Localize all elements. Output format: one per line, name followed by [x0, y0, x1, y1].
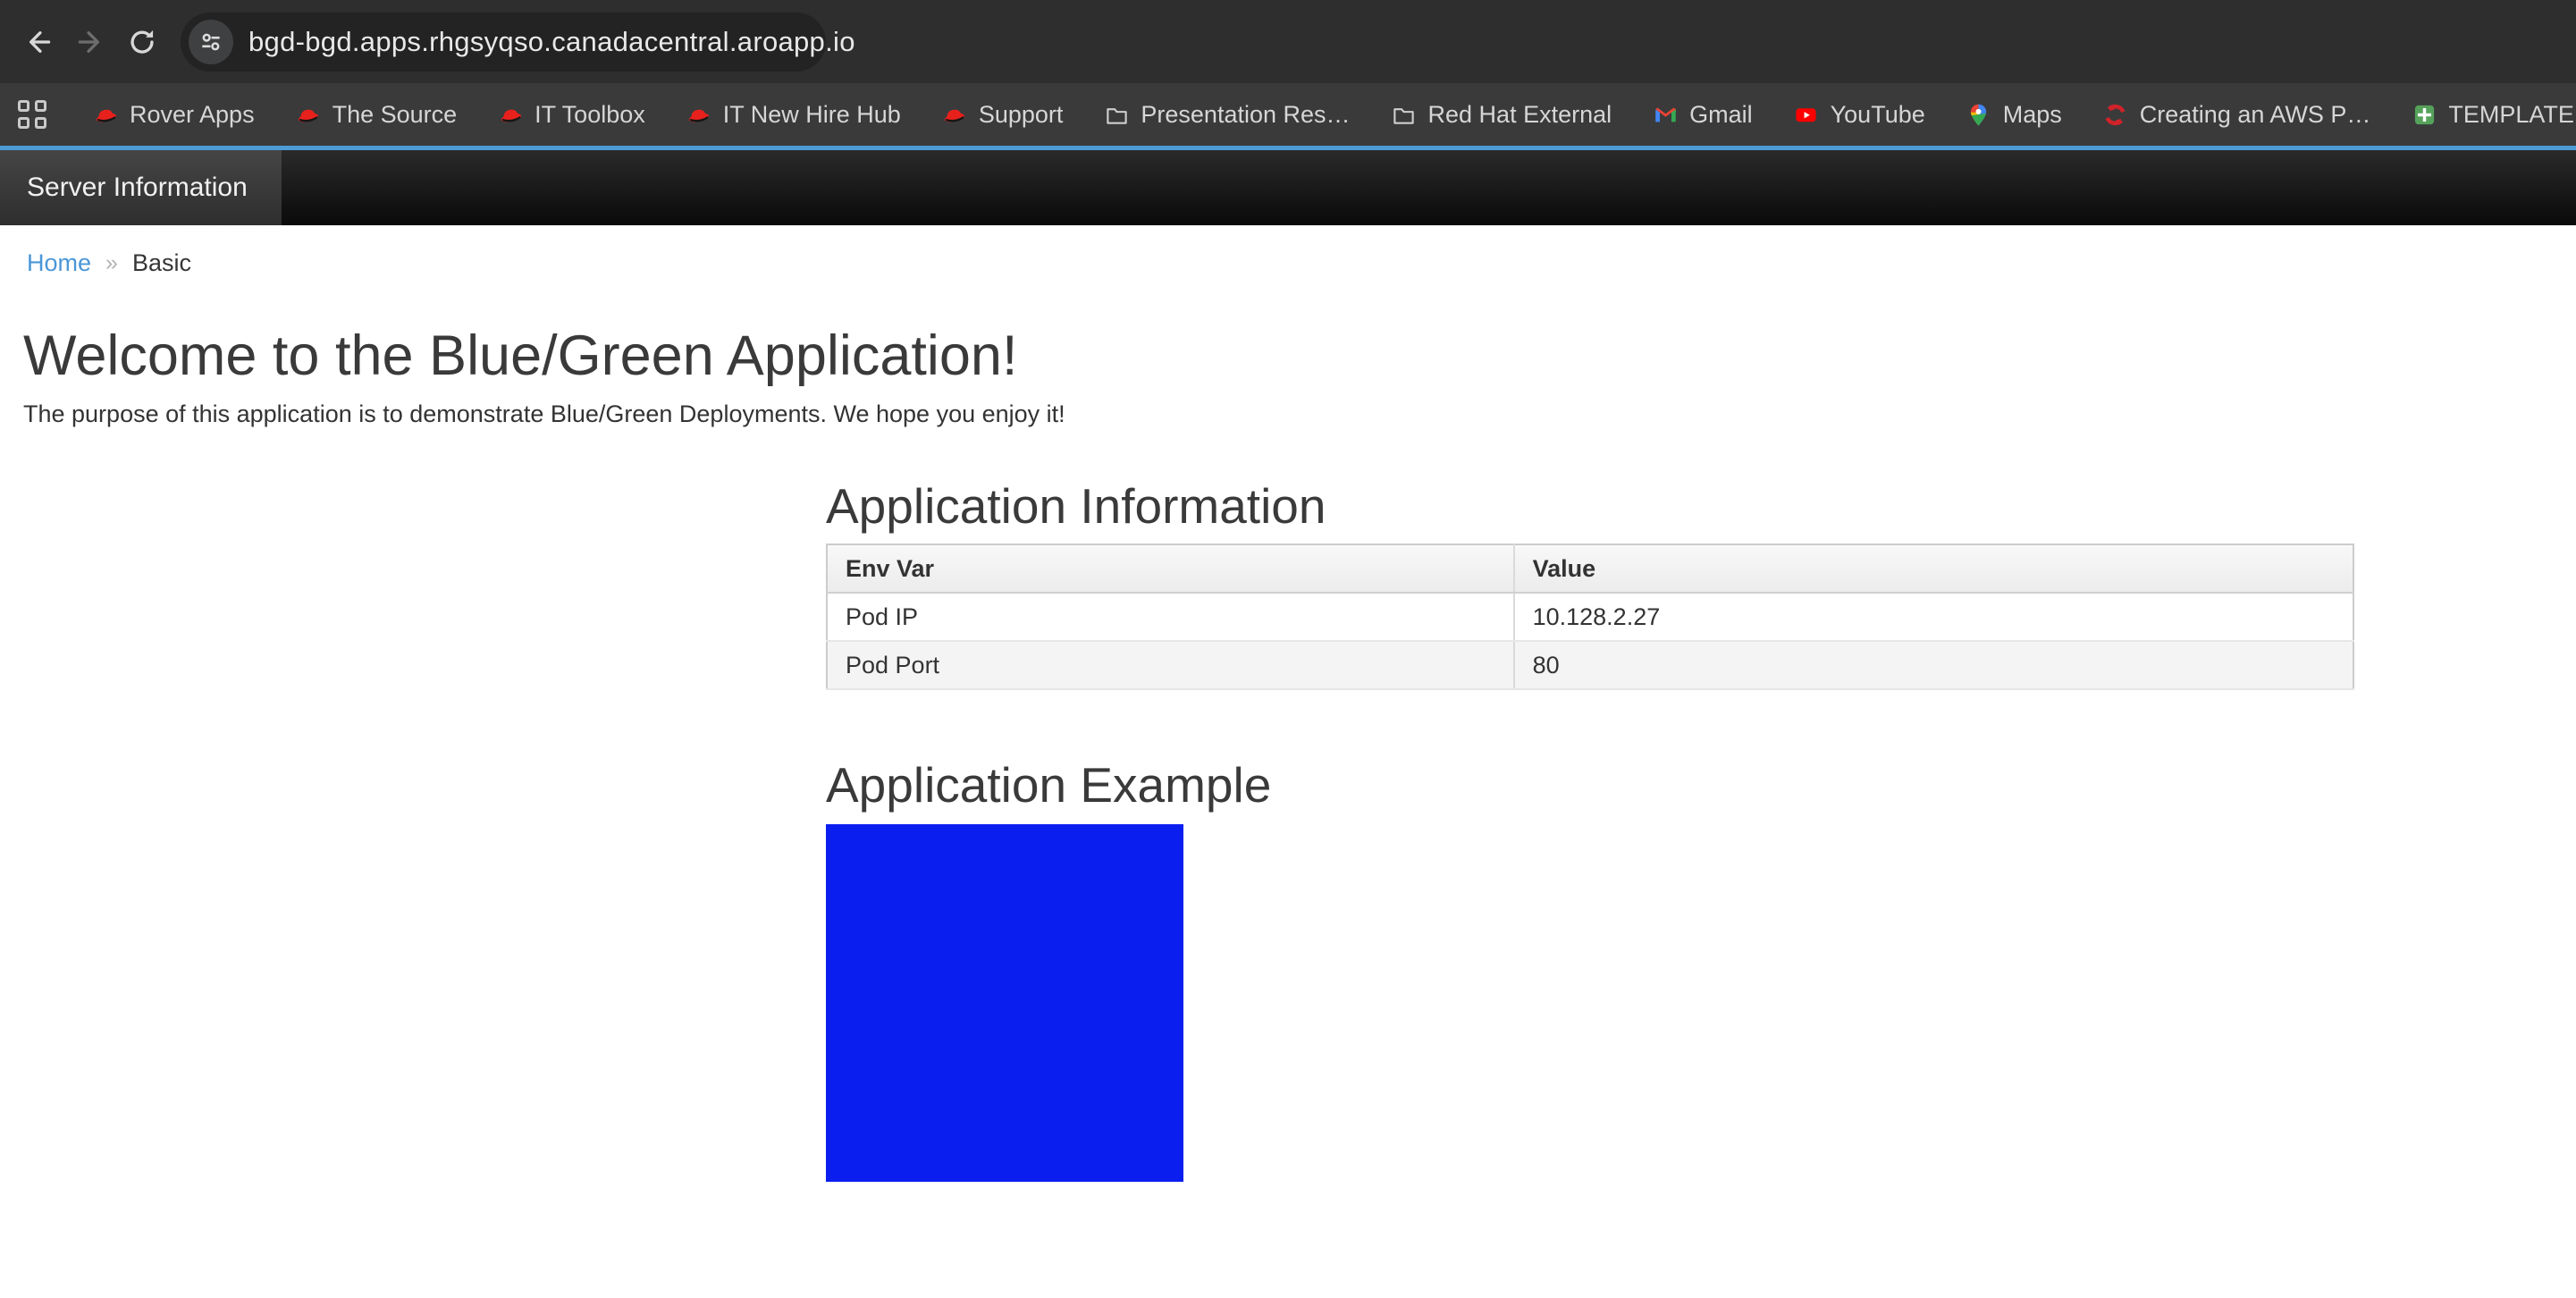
page-title: Welcome to the Blue/Green Application! — [23, 324, 2576, 388]
bookmark-red-hat-external[interactable]: Red Hat External — [1392, 101, 1612, 129]
site-info-button[interactable] — [189, 20, 233, 64]
bookmark-it-new-hire-hub[interactable]: IT New Hire Hub — [686, 101, 901, 129]
bookmark-it-toolbox[interactable]: IT Toolbox — [498, 101, 645, 129]
bookmark-youtube[interactable]: YouTube — [1794, 101, 1925, 129]
apps-grid-icon — [18, 100, 46, 129]
table-cell-pod-ip-label: Pod IP — [827, 593, 1514, 641]
table-header-row: Env Var Value — [827, 544, 2353, 593]
folder-icon — [1392, 102, 1417, 127]
tab-label: Server Information — [27, 173, 248, 203]
browser-window: bgd-bgd.apps.rhgsyqso.canadacentral.aroa… — [0, 0, 2576, 1298]
page-content: Home » Basic Welcome to the Blue/Green A… — [0, 247, 2576, 1182]
back-arrow-icon — [22, 26, 55, 58]
tab-server-information[interactable]: Server Information — [0, 150, 282, 225]
openshift-icon — [2103, 102, 2128, 127]
deployment-color-box — [826, 824, 1183, 1182]
youtube-icon — [1794, 102, 1819, 127]
application-example-heading: Application Example — [826, 758, 2354, 812]
application-information-heading: Application Information — [826, 479, 2354, 533]
redhat-icon — [93, 102, 118, 127]
env-var-table: Env Var Value Pod IP 10.128.2.27 Pod Por… — [826, 544, 2354, 690]
table-cell-pod-port-label: Pod Port — [827, 641, 1514, 689]
redhat-icon — [942, 102, 967, 127]
breadcrumb-current: Basic — [132, 247, 191, 279]
bookmark-rover-apps[interactable]: Rover Apps — [93, 101, 255, 129]
redhat-icon — [686, 102, 711, 127]
reload-button[interactable] — [116, 16, 168, 68]
intro-text: The purpose of this application is to de… — [23, 399, 2576, 429]
site-settings-icon — [198, 29, 224, 55]
forward-arrow-icon — [74, 26, 106, 58]
reload-icon — [126, 26, 158, 58]
column-header-value: Value — [1514, 544, 2353, 593]
table-cell-pod-port-value: 80 — [1514, 641, 2353, 689]
redhat-icon — [296, 102, 321, 127]
bookmark-presentation-resources[interactable]: Presentation Res… — [1104, 101, 1350, 129]
application-section: Application Information Env Var Value Po… — [826, 479, 2354, 1182]
browser-toolbar: bgd-bgd.apps.rhgsyqso.canadacentral.aroa… — [0, 0, 2576, 83]
breadcrumb-separator: » — [105, 247, 118, 279]
folder-icon — [1104, 102, 1129, 127]
bookmark-support[interactable]: Support — [942, 101, 1064, 129]
address-bar[interactable]: bgd-bgd.apps.rhgsyqso.canadacentral.aroa… — [181, 13, 826, 72]
gmail-icon — [1653, 102, 1678, 127]
apps-grid-button[interactable] — [13, 93, 55, 136]
sheets-icon — [2412, 102, 2437, 127]
url-text: bgd-bgd.apps.rhgsyqso.canadacentral.aroa… — [248, 26, 855, 58]
bookmark-maps[interactable]: Maps — [1966, 101, 2062, 129]
breadcrumb: Home » Basic — [27, 247, 2576, 279]
back-button[interactable] — [13, 16, 64, 68]
bookmark-template-red[interactable]: TEMPLATE - Red… — [2412, 101, 2576, 129]
maps-icon — [1966, 102, 1991, 127]
bookmark-creating-an-aws-p[interactable]: Creating an AWS P… — [2103, 101, 2371, 129]
table-row: Pod IP 10.128.2.27 — [827, 593, 2353, 641]
breadcrumb-home-link[interactable]: Home — [27, 247, 91, 279]
table-cell-pod-ip-value: 10.128.2.27 — [1514, 593, 2353, 641]
bookmark-gmail[interactable]: Gmail — [1653, 101, 1753, 129]
app-navbar: Server Information — [0, 150, 2576, 225]
forward-button[interactable] — [64, 16, 116, 68]
table-row: Pod Port 80 — [827, 641, 2353, 689]
bookmarks-bar: Rover Apps The Source IT Toolbox IT New … — [0, 83, 2576, 146]
bookmark-the-source[interactable]: The Source — [296, 101, 458, 129]
column-header-env-var: Env Var — [827, 544, 1514, 593]
redhat-icon — [498, 102, 523, 127]
